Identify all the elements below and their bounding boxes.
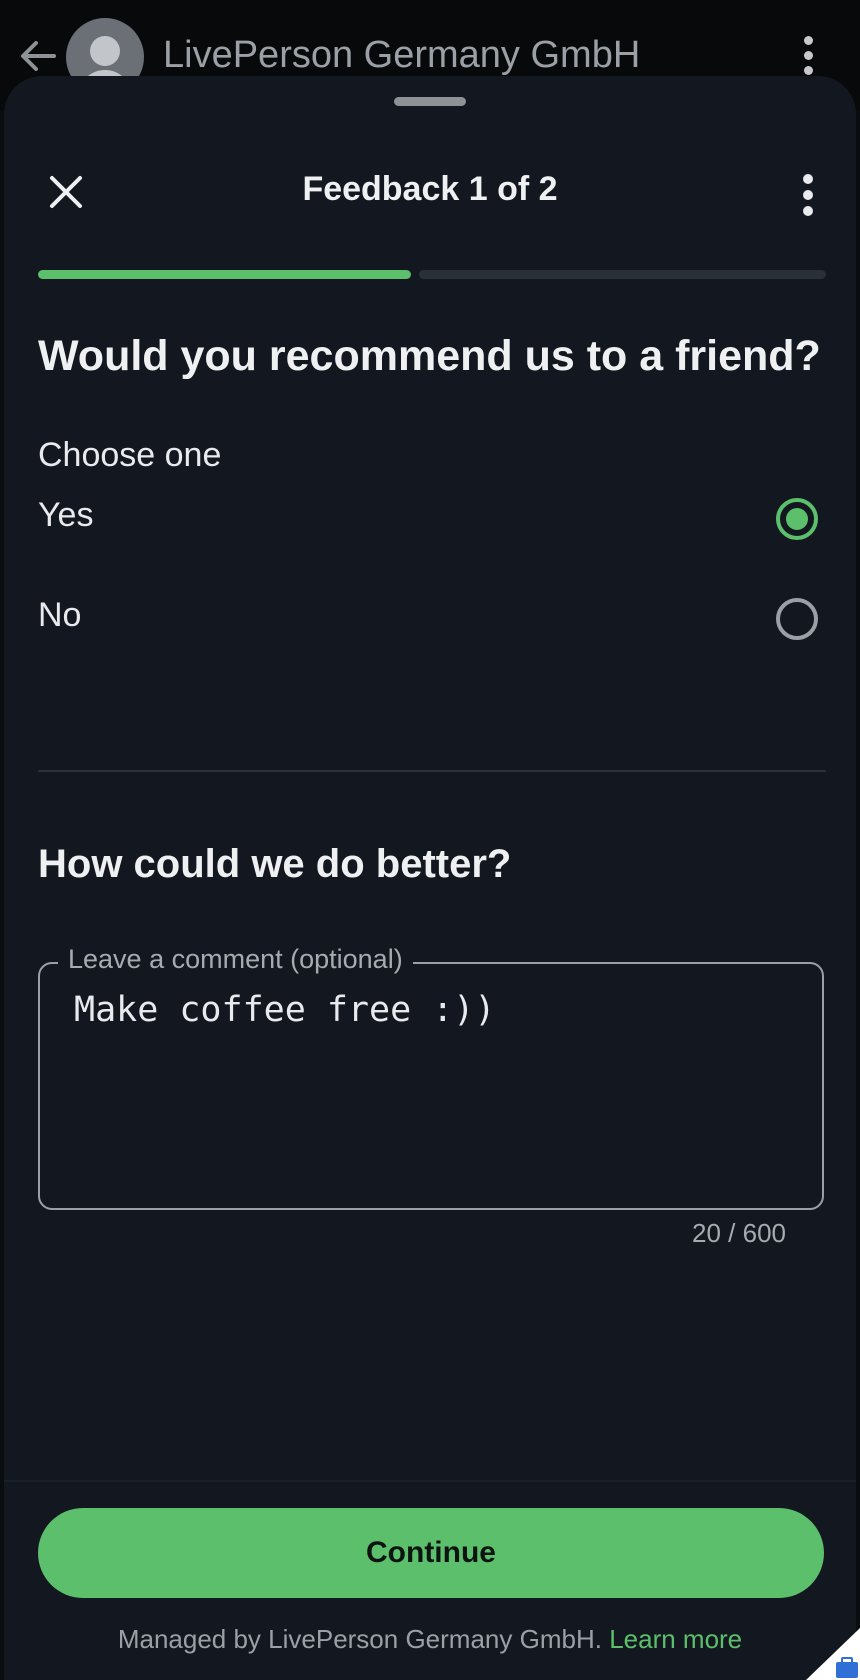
option-label: No [38, 596, 82, 634]
arrow-left-icon[interactable] [16, 34, 60, 78]
comment-field-label: Leave a comment (optional) [58, 944, 413, 975]
managed-by-text: Managed by LivePerson Germany GmbH. Lear… [4, 1624, 856, 1655]
question-hint: Choose one [38, 436, 222, 474]
step-progress-bar [38, 270, 826, 279]
progress-segment-pending [419, 270, 826, 279]
option-label: Yes [38, 496, 94, 534]
footer-divider [4, 1480, 856, 1482]
feedback-sheet: Feedback 1 of 2 Would you recommend us t… [4, 76, 856, 1680]
more-vertical-icon[interactable] [795, 36, 821, 76]
continue-button[interactable]: Continue [38, 1508, 824, 1598]
option-no[interactable]: No [4, 574, 856, 664]
question-heading: How could we do better? [38, 842, 512, 886]
option-yes[interactable]: Yes [4, 474, 856, 564]
character-counter: 20 / 600 [692, 1218, 786, 1248]
more-vertical-icon[interactable] [796, 174, 820, 216]
chat-title: LivePerson Germany GmbH [163, 34, 641, 76]
question-heading: Would you recommend us to a friend? [38, 332, 821, 380]
radio-button[interactable] [776, 598, 818, 640]
managed-by-label: Managed by LivePerson Germany GmbH. [117, 1624, 602, 1654]
briefcase-icon [806, 1628, 860, 1680]
divider [38, 770, 826, 772]
drag-handle[interactable] [394, 97, 466, 106]
radio-button-selected[interactable] [776, 498, 818, 540]
comment-field[interactable]: Leave a comment (optional) Make coffee f… [38, 944, 824, 1210]
progress-segment-complete [38, 270, 411, 279]
sheet-title: Feedback 1 of 2 [302, 170, 558, 208]
learn-more-link[interactable]: Learn more [609, 1624, 742, 1654]
comment-input[interactable]: Make coffee free :)) [74, 990, 794, 1180]
